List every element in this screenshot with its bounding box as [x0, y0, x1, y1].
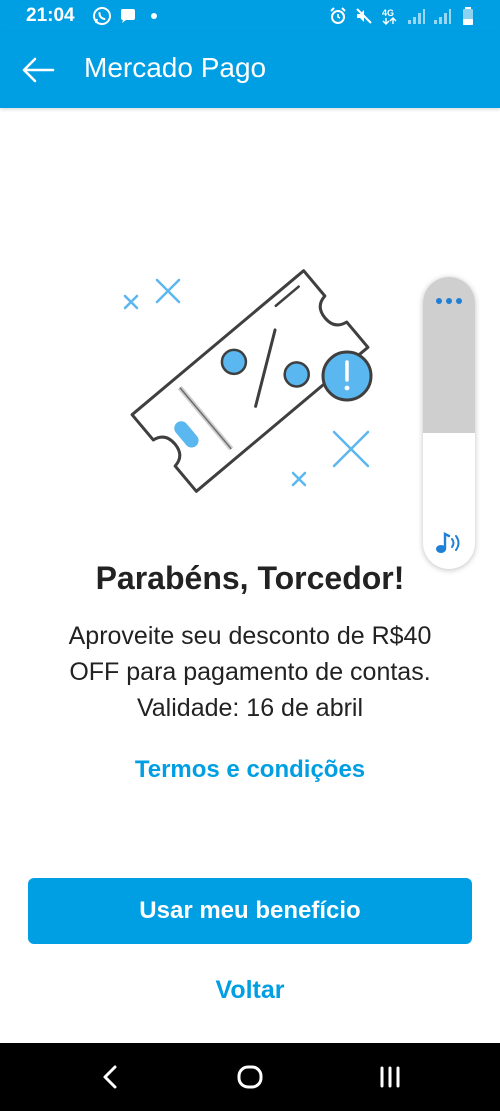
back-button[interactable] [16, 50, 60, 90]
exclamation-icon [321, 350, 373, 402]
network-4g-icon: 4G [382, 8, 397, 25]
discount-ticket-icon [123, 269, 373, 493]
network-label: 4G [382, 8, 394, 18]
volume-panel[interactable] [423, 277, 475, 569]
nav-recents-button[interactable] [368, 1059, 412, 1095]
description-line: Validade: 16 de abril [136, 694, 364, 722]
more-dots-icon[interactable] [432, 291, 466, 311]
nav-recents-icon [380, 1066, 400, 1088]
status-time: 21:04 [26, 5, 75, 26]
signal-icon [434, 9, 451, 24]
arrow-left-icon [22, 57, 55, 83]
terms-link[interactable]: Termos e condições [0, 756, 500, 784]
app-bar: Mercado Pago [0, 32, 500, 108]
description-line: OFF para pagamento de contas. [69, 658, 431, 686]
status-left-icons [92, 6, 164, 26]
status-bar: 21:04 4G [0, 0, 500, 32]
app-title: Mercado Pago [84, 52, 267, 83]
use-benefit-button[interactable]: Usar meu benefício [28, 878, 472, 944]
description-line: Aproveite seu desconto de R$40 [68, 622, 432, 650]
navigation-bar [0, 1043, 500, 1111]
nav-home-button[interactable] [228, 1059, 272, 1095]
nav-home-icon [237, 1065, 263, 1089]
alarm-icon [330, 7, 346, 24]
chat-bubble-icon [121, 9, 135, 23]
back-link[interactable]: Voltar [0, 976, 500, 1005]
dot-icon [151, 13, 157, 19]
whatsapp-icon [93, 7, 111, 25]
signal-icon [408, 9, 425, 24]
status-right-icons: 4G [328, 6, 478, 26]
description: Aproveite seu desconto de R$40 OFF para … [30, 618, 470, 726]
music-note-icon[interactable] [433, 529, 465, 557]
nav-back-icon [103, 1065, 117, 1089]
mute-icon [356, 8, 372, 24]
headline: Parabéns, Torcedor! [95, 560, 405, 596]
nav-back-button[interactable] [88, 1059, 132, 1095]
battery-icon [463, 7, 473, 25]
